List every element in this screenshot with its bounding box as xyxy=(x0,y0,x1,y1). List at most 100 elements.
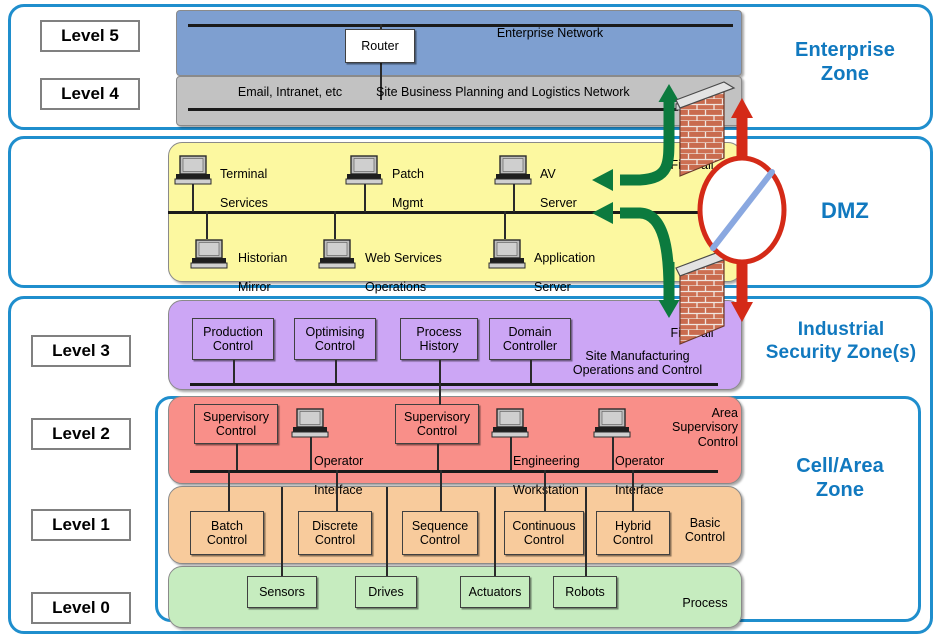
node-process-history-line1: Process xyxy=(416,325,462,339)
drop-patch-mgmt xyxy=(364,184,366,212)
node-sensors: Sensors xyxy=(247,576,317,608)
node-domain-controller-line2: Controller xyxy=(502,339,558,353)
label-area-supervisory-control: Area Supervisory Control xyxy=(672,406,738,449)
zone-label-enterprise-line1: Enterprise xyxy=(795,39,895,61)
node-continuous-control: Continuous Control xyxy=(504,511,584,555)
drop-optimising-control xyxy=(335,360,337,384)
node-production-control-line1: Production xyxy=(203,325,263,339)
label-firewall-lower: Firewall xyxy=(670,326,714,340)
drop-historian-mirror xyxy=(206,211,208,239)
bus-level2 xyxy=(190,470,718,473)
node-production-control: Production Control xyxy=(192,318,274,360)
bus-site-business-network xyxy=(188,108,678,111)
label-web-services-line1: Web Services xyxy=(365,251,442,266)
node-drives: Drives xyxy=(355,576,417,608)
band-level5 xyxy=(176,10,742,76)
node-discrete-control-line2: Control xyxy=(314,533,356,547)
label-operator-interface-1-line2: Interface xyxy=(314,483,363,498)
zone-label-cellarea: Cell/Area Zone xyxy=(760,454,920,503)
zone-label-dmz: DMZ xyxy=(760,198,930,225)
node-sequence-control: Sequence Control xyxy=(402,511,478,555)
node-router-label: Router xyxy=(361,39,399,53)
drop-application-server xyxy=(504,211,506,239)
node-drives-label: Drives xyxy=(368,585,404,599)
pc-av-server xyxy=(494,155,532,185)
label-web-services-operations: Web Services Operations xyxy=(365,237,495,309)
zone-label-enterprise: Enterprise Zone xyxy=(760,38,930,87)
node-hybrid-control: Hybrid Control xyxy=(596,511,670,555)
level-tag-level1: Level 1 xyxy=(31,509,131,541)
node-batch-control: Batch Control xyxy=(190,511,264,555)
node-supervisory-control-2: Supervisory Control xyxy=(395,404,479,444)
node-actuators: Actuators xyxy=(460,576,530,608)
label-engineering-workstation-line1: Engineering xyxy=(513,454,580,469)
node-process-history-line2: History xyxy=(419,339,459,353)
label-application-server-line1: Application xyxy=(534,251,596,266)
label-av-server-line1: AV xyxy=(540,167,556,182)
pc-patch-mgmt xyxy=(345,155,383,185)
label-terminal-services-line2: Services xyxy=(220,196,268,211)
drop-supervisory-control-2 xyxy=(437,444,439,472)
drop-production-control xyxy=(233,360,235,384)
pc-application-server xyxy=(488,239,526,269)
label-engineering-workstation-line2: Workstation xyxy=(513,483,579,498)
drop-supervisory-control-1 xyxy=(236,444,238,472)
label-patch-mgmt: Patch Mgmt xyxy=(392,153,492,225)
level-tag-level2: Level 2 xyxy=(31,418,131,450)
link-level2-to-continuous xyxy=(544,470,546,512)
link-level3-to-level2 xyxy=(439,383,441,405)
drop-process-history xyxy=(439,360,441,384)
level-tag-level4: Level 4 xyxy=(40,78,140,110)
pc-operator-interface-1 xyxy=(291,408,329,438)
pc-terminal-services xyxy=(174,155,212,185)
zone-label-industrial: Industrial Security Zone(s) xyxy=(748,318,934,364)
node-hybrid-control-line1: Hybrid xyxy=(614,519,652,533)
label-email-intranet: Email, Intranet, etc xyxy=(237,85,343,99)
drop-sequence-to-actuators xyxy=(494,487,496,576)
level-tag-level5: Level 5 xyxy=(40,20,140,52)
node-optimising-control: Optimising Control xyxy=(294,318,376,360)
drop-domain-controller xyxy=(530,360,532,384)
zone-label-dmz-line1: DMZ xyxy=(821,198,869,223)
link-level2-to-batch xyxy=(228,470,230,512)
drop-av-server xyxy=(513,184,515,212)
link-level2-to-discrete xyxy=(336,470,338,512)
zone-label-cellarea-line1: Cell/Area xyxy=(796,455,884,477)
label-application-server-line2: Server xyxy=(534,280,571,295)
link-level2-to-hybrid xyxy=(632,470,634,512)
label-operator-interface-2: Operator Interface xyxy=(615,440,705,512)
label-historian-mirror-line2: Mirror xyxy=(238,280,271,295)
level-tag-level3: Level 3 xyxy=(31,335,131,367)
label-operator-interface-2-line1: Operator xyxy=(615,454,665,469)
node-optimising-control-line2: Control xyxy=(314,339,356,353)
label-operator-interface-1-line1: Operator xyxy=(314,454,364,469)
node-robots: Robots xyxy=(553,576,617,608)
zone-label-industrial-line1: Industrial xyxy=(797,319,885,340)
node-supervisory-control-1-line2: Control xyxy=(215,424,257,438)
label-operator-interface-1: Operator Interface xyxy=(314,440,404,512)
level-tag-level0: Level 0 xyxy=(31,592,131,624)
pc-historian-mirror xyxy=(190,239,228,269)
node-supervisory-control-1: Supervisory Control xyxy=(194,404,278,444)
pc-web-services-operations xyxy=(318,239,356,269)
node-discrete-control: Discrete Control xyxy=(298,511,372,555)
label-application-server: Application Server xyxy=(534,237,654,309)
node-actuators-label: Actuators xyxy=(468,585,522,599)
label-engineering-workstation: Engineering Workstation xyxy=(513,440,609,512)
node-discrete-control-line1: Discrete xyxy=(312,519,358,533)
label-terminal-services: Terminal Services xyxy=(220,153,330,225)
node-supervisory-control-2-line1: Supervisory xyxy=(404,410,470,424)
node-batch-control-line2: Control xyxy=(206,533,248,547)
band-level4 xyxy=(176,76,742,126)
node-hybrid-control-line2: Control xyxy=(612,533,654,547)
label-terminal-services-line1: Terminal xyxy=(220,167,268,182)
drop-batch-to-sensors xyxy=(281,487,283,576)
label-operator-interface-2-line2: Interface xyxy=(615,483,664,498)
label-site-manufacturing: Site Manufacturing Operations and Contro… xyxy=(572,349,703,378)
label-basic-control: Basic Control xyxy=(684,516,726,545)
zone-label-industrial-line2: Security Zone(s) xyxy=(765,342,917,364)
bus-level3 xyxy=(190,383,718,386)
label-patch-mgmt-line1: Patch xyxy=(392,167,424,182)
drop-operator-interface-2 xyxy=(612,437,614,472)
drop-operator-interface-1 xyxy=(310,437,312,472)
